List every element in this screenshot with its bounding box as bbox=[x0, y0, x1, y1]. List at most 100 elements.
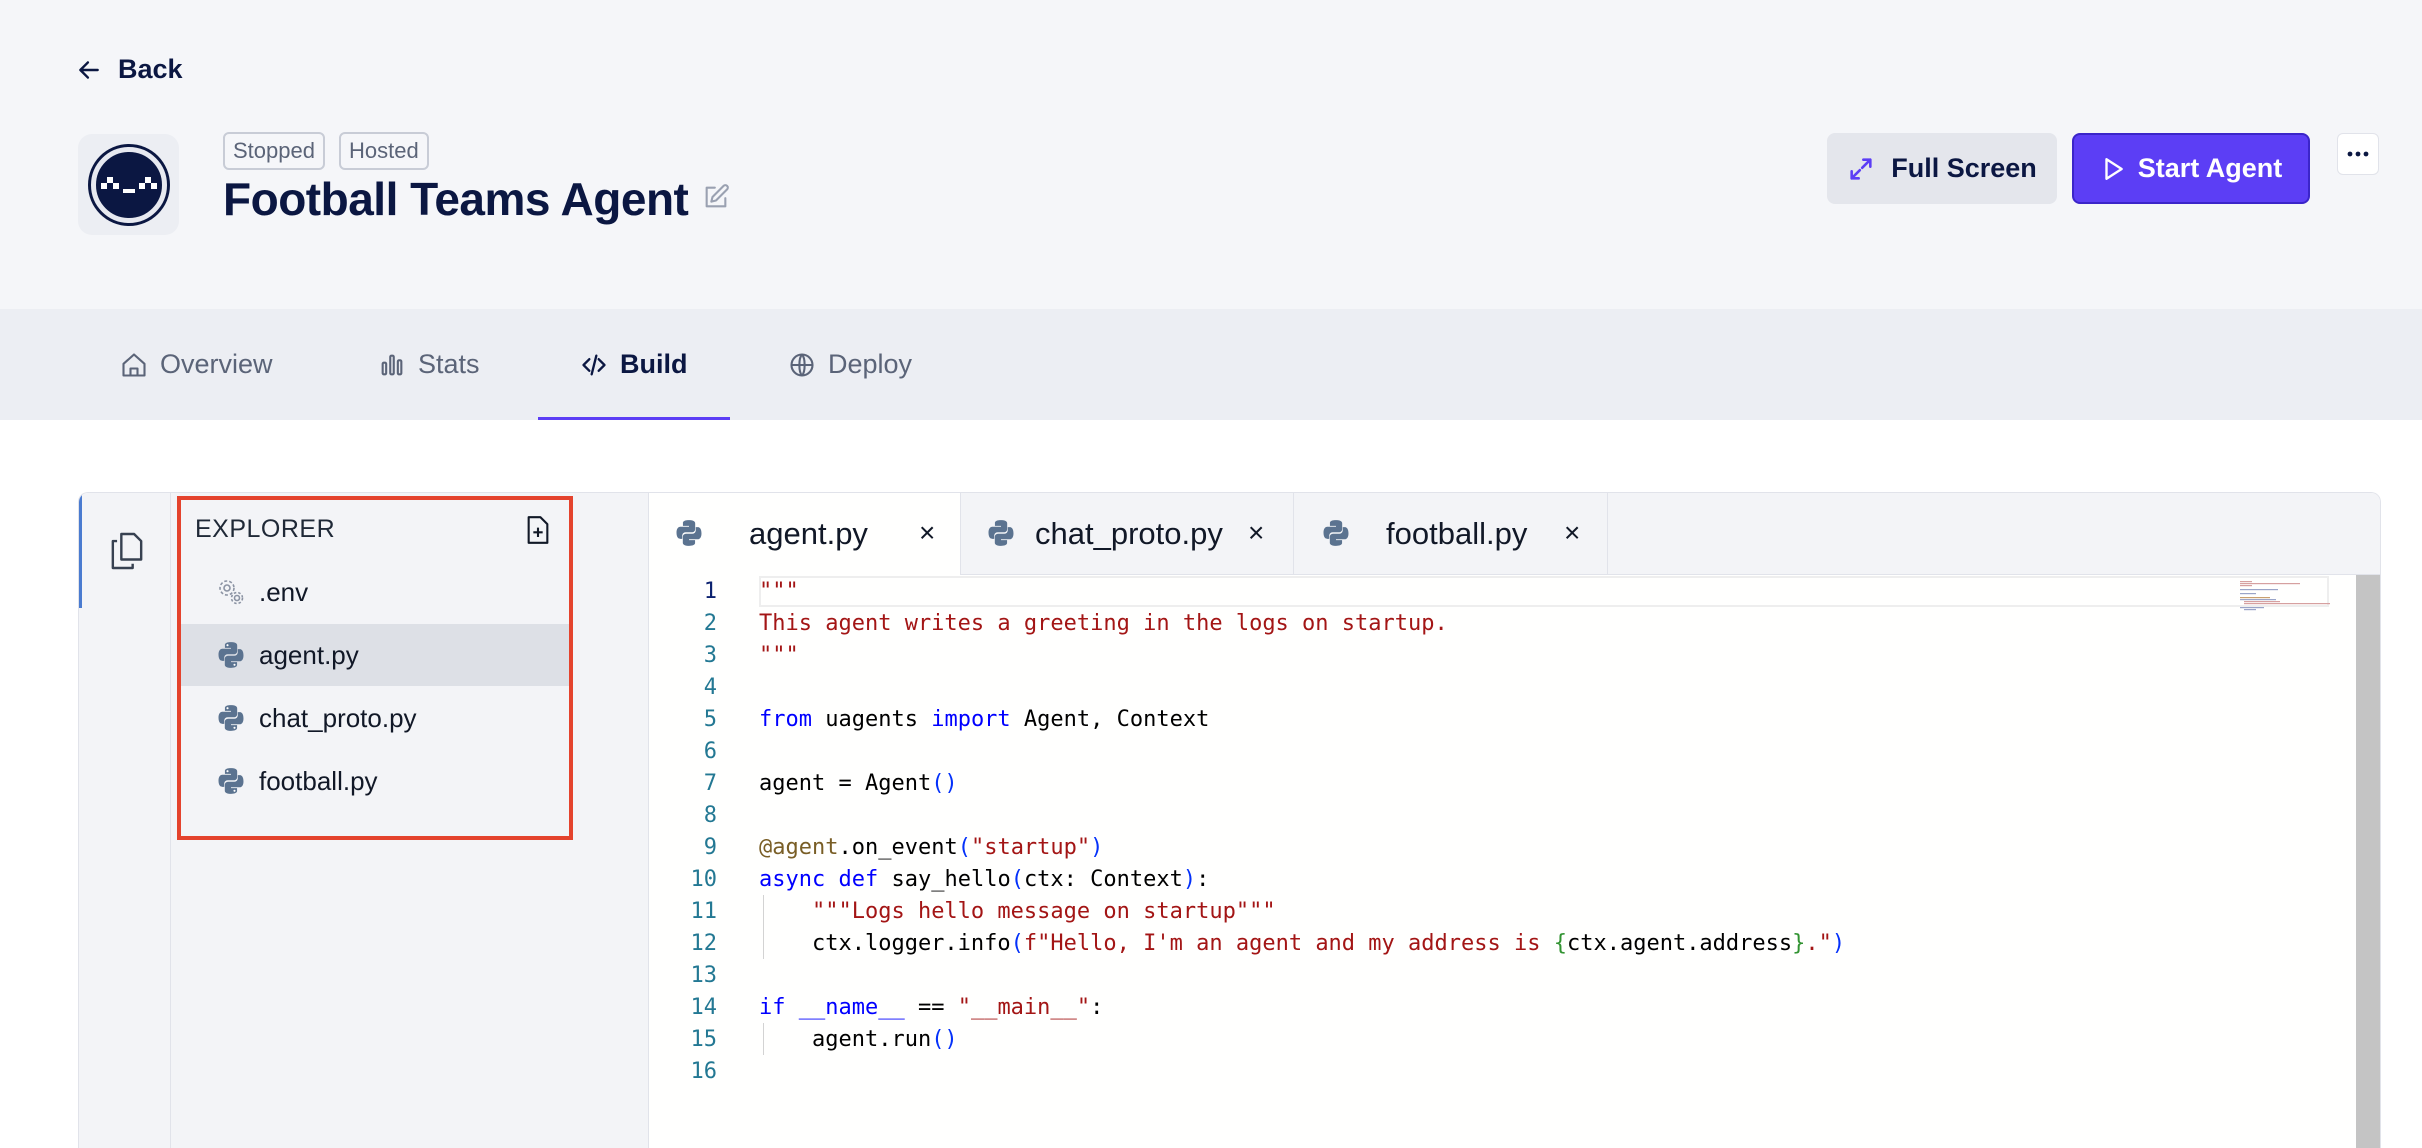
file-name: football.py bbox=[259, 765, 378, 796]
title-row: Football Teams Agent bbox=[223, 172, 730, 226]
edit-icon[interactable] bbox=[702, 183, 730, 216]
editor-tab-label: chat_proto.py bbox=[1035, 516, 1223, 551]
code-line: 2 This agent writes a greeting in the lo… bbox=[649, 607, 2380, 639]
editor-tab-chat-proto-py[interactable]: chat_proto.py × bbox=[961, 493, 1294, 575]
line-number: 12 bbox=[690, 930, 718, 956]
line-number: 16 bbox=[690, 1058, 718, 1084]
python-icon bbox=[218, 705, 244, 731]
code-line: 5 from uagents import Agent, Context bbox=[649, 703, 2380, 735]
back-button[interactable]: Back bbox=[76, 54, 183, 85]
code-area[interactable]: 1 """ 2 This agent writes a greeting in … bbox=[649, 575, 2380, 1148]
home-icon bbox=[122, 352, 146, 377]
code-line: 12 ctx.logger.info(f"Hello, I'm an agent… bbox=[649, 927, 2380, 959]
line-number: 3 bbox=[703, 642, 717, 668]
python-icon bbox=[218, 768, 244, 794]
close-icon[interactable]: × bbox=[1248, 517, 1264, 549]
start-agent-button[interactable]: Start Agent bbox=[2072, 133, 2310, 204]
back-label: Back bbox=[118, 54, 183, 84]
close-icon[interactable]: × bbox=[1564, 517, 1580, 549]
file-name: chat_proto.py bbox=[259, 702, 417, 733]
line-number: 5 bbox=[703, 706, 717, 732]
code-line: 15 agent.run() bbox=[649, 1023, 2380, 1055]
code-line: 8 bbox=[649, 799, 2380, 831]
code-line: 10 async def say_hello(ctx: Context): bbox=[649, 863, 2380, 895]
indent-guide bbox=[763, 895, 764, 959]
line-number: 13 bbox=[690, 962, 718, 988]
tab-build-label: Build bbox=[620, 349, 688, 379]
file-explorer: EXPLORER .env agent.py chat_proto.py foo… bbox=[171, 493, 649, 1148]
start-agent-label: Start Agent bbox=[2137, 153, 2283, 183]
code-icon bbox=[582, 354, 606, 375]
files-icon[interactable] bbox=[79, 493, 171, 608]
code-line: 14 if __name__ == "__main__": bbox=[649, 991, 2380, 1023]
editor-tabs: agent.py × chat_proto.py × football.py × bbox=[649, 493, 2380, 575]
tab-overview[interactable]: Overview bbox=[120, 309, 273, 420]
globe-icon bbox=[790, 352, 814, 377]
editor-tab-football-py[interactable]: football.py × bbox=[1294, 493, 1608, 575]
file-item-football-py[interactable]: football.py bbox=[181, 750, 569, 812]
current-line-highlight bbox=[759, 576, 2329, 607]
editor-tab-agent-py[interactable]: agent.py × bbox=[649, 493, 961, 575]
tab-stats-label: Stats bbox=[418, 349, 480, 379]
line-number: 4 bbox=[703, 674, 717, 700]
agent-avatar bbox=[78, 134, 179, 235]
python-icon bbox=[676, 520, 702, 546]
file-item-chat-proto-py[interactable]: chat_proto.py bbox=[181, 687, 569, 749]
bar-chart-icon bbox=[381, 354, 403, 375]
activity-bar bbox=[79, 493, 171, 1148]
code-text: ctx.logger.info(f"Hello, I'm an agent an… bbox=[759, 930, 1846, 956]
tab-stats[interactable]: Stats bbox=[378, 309, 480, 420]
file-name: agent.py bbox=[259, 639, 359, 670]
line-number: 6 bbox=[703, 738, 717, 764]
line-number: 15 bbox=[690, 1026, 718, 1052]
code-line: 6 bbox=[649, 735, 2380, 767]
editor-tab-label: football.py bbox=[1386, 516, 1528, 551]
status-badges: Stopped Hosted bbox=[223, 132, 429, 170]
new-file-icon[interactable] bbox=[525, 515, 551, 544]
close-icon[interactable]: × bbox=[919, 517, 935, 549]
code-line: 9 @agent.on_event("startup") bbox=[649, 831, 2380, 863]
line-number: 10 bbox=[690, 866, 718, 892]
status-badge: Stopped bbox=[223, 132, 325, 170]
code-editor: EXPLORER .env agent.py chat_proto.py foo… bbox=[78, 492, 2381, 1148]
hosting-badge: Hosted bbox=[338, 132, 429, 170]
nav-tabs-bar: Overview Stats Build Deploy bbox=[0, 309, 2422, 420]
line-number: 1 bbox=[703, 578, 717, 604]
full-screen-button[interactable]: Full Screen bbox=[1827, 133, 2057, 204]
code-line: 7 agent = Agent() bbox=[649, 767, 2380, 799]
file-item-agent-py[interactable]: agent.py bbox=[181, 624, 569, 686]
indent-guide bbox=[763, 1023, 764, 1055]
explorer-title: EXPLORER bbox=[195, 515, 336, 543]
robot-icon bbox=[90, 146, 167, 223]
code-text: async def say_hello(ctx: Context): bbox=[759, 866, 1210, 892]
play-icon bbox=[2105, 157, 2123, 180]
editor-tab-label: agent.py bbox=[749, 516, 868, 551]
code-text: """ bbox=[759, 578, 799, 604]
code-line: 13 bbox=[649, 959, 2380, 991]
code-line: 11 """Logs hello message on startup""" bbox=[649, 895, 2380, 927]
python-icon bbox=[988, 520, 1014, 546]
code-text: agent.run() bbox=[759, 1026, 958, 1052]
code-line: 4 bbox=[649, 671, 2380, 703]
tab-build[interactable]: Build bbox=[538, 309, 729, 420]
code-text: """ bbox=[759, 642, 799, 668]
tab-deploy[interactable]: Deploy bbox=[788, 309, 912, 420]
line-number: 8 bbox=[703, 802, 717, 828]
expand-icon bbox=[1850, 157, 1872, 180]
ellipsis-icon bbox=[2347, 151, 2369, 157]
full-screen-label: Full Screen bbox=[1891, 153, 2037, 183]
line-number: 7 bbox=[703, 770, 717, 796]
code-text: agent = Agent() bbox=[759, 770, 958, 796]
minimap bbox=[2240, 581, 2330, 611]
line-number: 9 bbox=[703, 834, 717, 860]
more-options-button[interactable] bbox=[2337, 133, 2379, 175]
tab-deploy-label: Deploy bbox=[828, 349, 913, 379]
code-text: @agent.on_event("startup") bbox=[759, 834, 1104, 860]
code-line: 1 """ bbox=[649, 575, 2380, 607]
code-text: from uagents import Agent, Context bbox=[759, 706, 1210, 732]
python-icon bbox=[1323, 520, 1349, 546]
code-text: """Logs hello message on startup""" bbox=[811, 898, 1276, 924]
editor-scrollbar[interactable] bbox=[2356, 575, 2380, 1148]
gear-icon bbox=[219, 580, 244, 605]
file-item-env[interactable]: .env bbox=[181, 561, 569, 623]
